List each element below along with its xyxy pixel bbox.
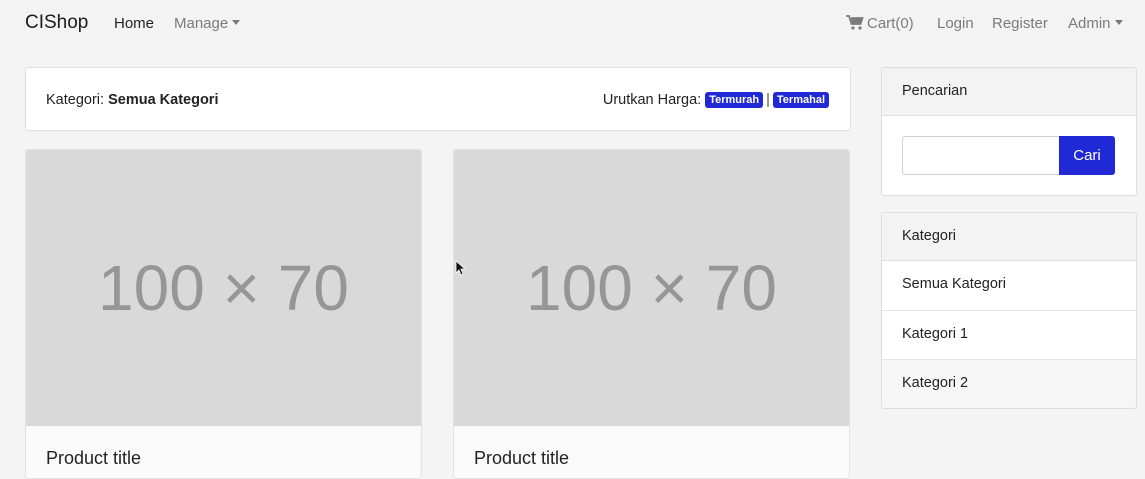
nav-login-link[interactable]: Login xyxy=(937,15,974,32)
cart-icon xyxy=(846,15,864,30)
category-label: Kategori: xyxy=(46,92,105,108)
nav-cart-link[interactable]: Cart(0) xyxy=(846,15,914,32)
sort-separator: | xyxy=(766,92,770,108)
nav-manage-label: Manage xyxy=(174,15,229,32)
nav-admin-dropdown[interactable]: Admin xyxy=(1068,15,1123,32)
sort-expensive-button[interactable]: Termahal xyxy=(772,92,829,108)
product-image-placeholder[interactable]: 100 × 70 xyxy=(26,150,421,426)
sort-price: Urutkan Harga: Termurah | Termahal xyxy=(603,92,829,108)
category-item-2[interactable]: Kategori 2 xyxy=(882,359,1136,408)
product-title[interactable]: Product title xyxy=(474,448,569,469)
sort-label: Urutkan Harga: xyxy=(602,92,702,108)
category-value: Semua Kategori xyxy=(108,92,219,108)
search-input[interactable] xyxy=(902,136,1060,175)
category-item-semua[interactable]: Semua Kategori xyxy=(882,261,1136,310)
brand-logo[interactable]: CIShop xyxy=(25,12,88,34)
product-title[interactable]: Product title xyxy=(46,448,141,469)
category-card-title: Kategori xyxy=(882,213,1136,261)
sort-cheapest-button[interactable]: Termurah xyxy=(705,92,764,108)
product-image-placeholder[interactable]: 100 × 70 xyxy=(454,150,849,426)
mouse-cursor-icon xyxy=(455,260,465,276)
search-card-title: Pencarian xyxy=(882,68,1136,116)
nav-manage-dropdown[interactable]: Manage xyxy=(174,15,241,32)
nav-admin-label: Admin xyxy=(1068,15,1111,32)
product-card: 100 × 70 Product title xyxy=(25,149,422,479)
cart-label: Cart(0) xyxy=(867,15,914,32)
category-item-1[interactable]: Kategori 1 xyxy=(882,310,1136,359)
search-button[interactable]: Cari xyxy=(1059,136,1115,175)
caret-down-icon xyxy=(1114,20,1123,25)
product-card: 100 × 70 Product title xyxy=(453,149,850,479)
search-form: Cari xyxy=(882,116,1136,195)
category-card: Kategori Semua Kategori Kategori 1 Kateg… xyxy=(881,212,1137,409)
caret-down-icon xyxy=(232,20,241,25)
current-category: Kategori: Semua Kategori xyxy=(46,92,218,108)
nav-register-link[interactable]: Register xyxy=(992,15,1048,32)
navbar: CIShop Home Manage Cart(0) Login Registe… xyxy=(0,0,1145,50)
category-header-card: Kategori: Semua Kategori Urutkan Harga: … xyxy=(25,67,851,131)
search-card: Pencarian Cari xyxy=(881,67,1137,196)
nav-home-link[interactable]: Home xyxy=(114,15,154,32)
